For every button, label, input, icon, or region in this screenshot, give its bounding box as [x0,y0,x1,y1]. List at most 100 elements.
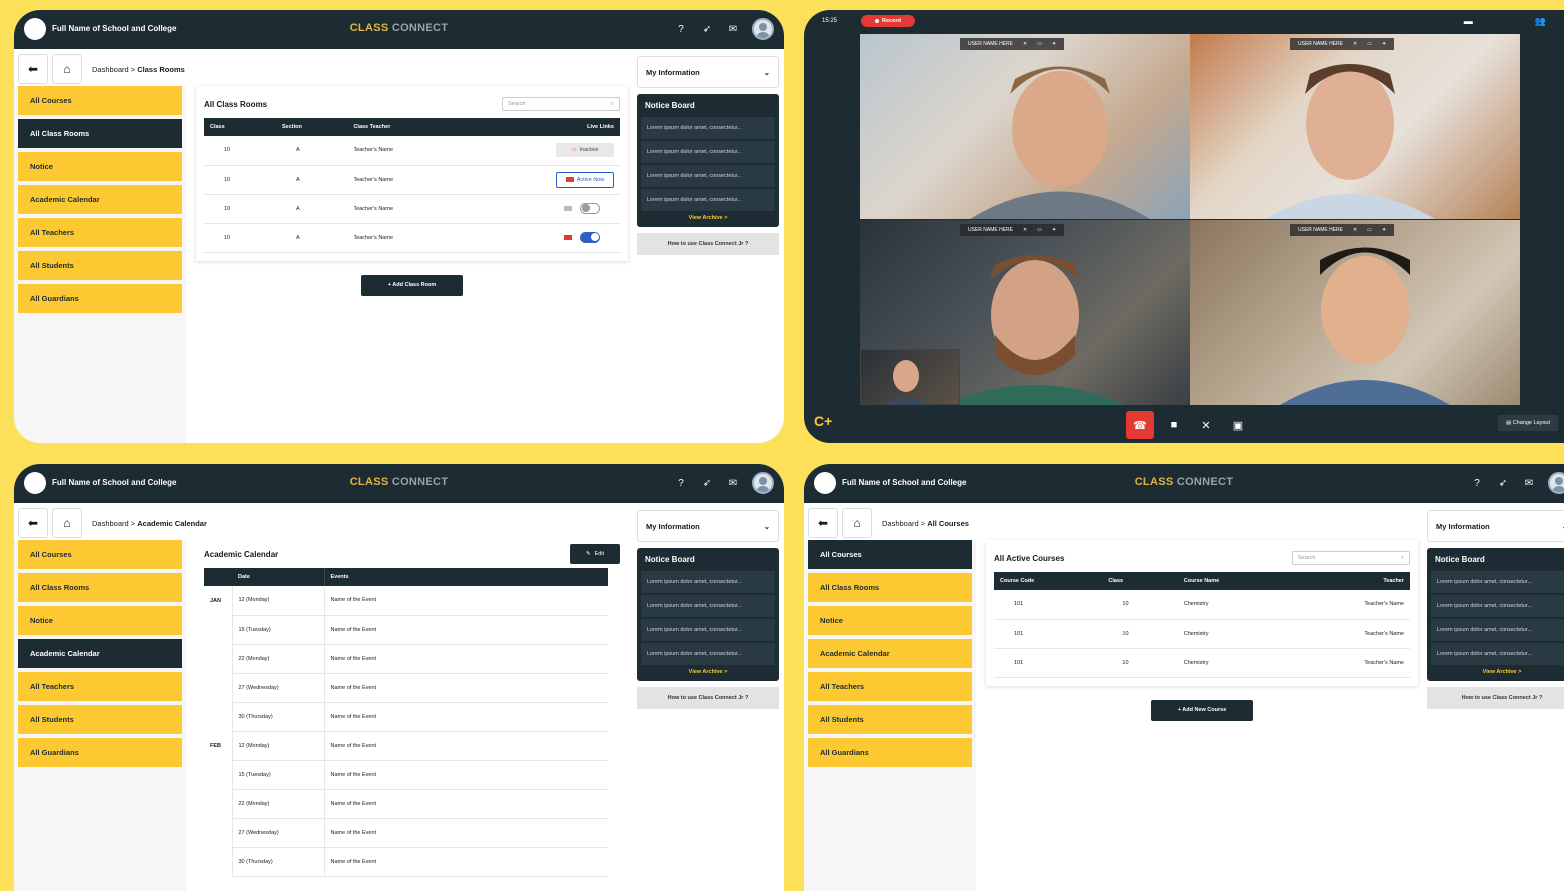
my-information-dropdown[interactable]: My Information⌄ [1427,510,1564,542]
user-avatar[interactable] [752,472,774,494]
cell-event[interactable]: Name of the Event [324,847,608,877]
notice-item[interactable]: Lorem ipsum dolor amet, consectetur... [641,189,775,211]
live-toggle-on[interactable] [580,232,600,243]
chat-icon[interactable]: ▬ [1464,16,1473,27]
school-logo[interactable] [24,18,46,40]
sidebar-item-notice[interactable]: Notice [18,152,182,181]
cell-event[interactable]: Name of the Event [324,789,608,819]
inactive-link-button[interactable]: ▭ Inactive [556,143,614,158]
sidebar-item-notice[interactable]: Notice [808,606,972,635]
rocket-icon[interactable]: ➶ [1496,476,1510,490]
notice-item[interactable]: Lorem ipsum dolor amet, consectetur... [641,595,775,617]
end-call-icon[interactable]: ☎ [1126,411,1154,439]
home-icon[interactable]: ⌂ [52,54,82,84]
sidebar-item-all-students[interactable]: All Students [18,251,182,280]
help-icon[interactable]: ? [674,22,688,36]
my-information-dropdown[interactable]: My Information⌄ [637,56,779,88]
help-icon[interactable]: ? [674,476,688,490]
school-logo[interactable] [814,472,836,494]
notice-item[interactable]: Lorem ipsum dolor amet, consectetur... [1431,643,1564,665]
record-button[interactable]: Record [861,15,915,27]
sidebar-item-all-class-rooms[interactable]: All Class Rooms [18,119,182,148]
self-view-thumbnail[interactable] [860,349,960,405]
sidebar-item-all-courses[interactable]: All Courses [808,540,972,569]
sidebar-item-all-courses[interactable]: All Courses [18,540,182,569]
cell-event[interactable]: Name of the Event [324,702,608,732]
cell-event[interactable]: Name of the Event [324,644,608,674]
sidebar-item-all-students[interactable]: All Students [808,705,972,734]
notice-item[interactable]: Lorem ipsum dolor amet, consectetur... [1431,595,1564,617]
home-icon[interactable]: ⌂ [842,508,872,538]
sidebar-item-all-class-rooms[interactable]: All Class Rooms [18,573,182,602]
sidebar-item-all-class-rooms[interactable]: All Class Rooms [808,573,972,602]
active-now-button[interactable]: Active Now [556,171,614,188]
notice-item[interactable]: Lorem ipsum dolor amet, consectetur... [641,141,775,163]
table-row[interactable]: 101 10 Chemistry Teacher's Name [994,619,1410,649]
cell-event[interactable]: Name of the Event [324,760,608,790]
view-archive-link[interactable]: View Archive > [641,669,775,675]
sidebar-item-all-courses[interactable]: All Courses [18,86,182,115]
sidebar-item-academic-calendar[interactable]: Academic Calendar [808,639,972,668]
notice-item[interactable]: Lorem ipsum dolor amet, consectetur... [1431,571,1564,593]
notice-item[interactable]: Lorem ipsum dolor amet, consectetur... [641,619,775,641]
notice-item[interactable]: Lorem ipsum dolor amet, consectetur... [641,117,775,139]
add-class-room-button[interactable]: + Add Class Room [361,274,463,296]
participants-icon[interactable]: 👥 [1535,16,1546,27]
edit-button[interactable]: ✎ Edit [570,544,620,564]
school-logo[interactable] [24,472,46,494]
view-archive-link[interactable]: View Archive > [641,215,775,221]
search-icon[interactable]: ⌕ [611,101,614,108]
video-tile[interactable]: USER NAME HERE ✕ ▭ ✦ [1190,34,1520,219]
my-information-dropdown[interactable]: My Information⌄ [637,510,779,542]
table-row[interactable]: 101 10 Chemistry Teacher's Name [994,590,1410,620]
search-input[interactable]: Search ⌕ [502,97,620,111]
notice-item[interactable]: Lorem ipsum dolor amet, consectetur... [641,165,775,187]
search-icon[interactable]: ⌕ [1401,555,1404,562]
sidebar-item-academic-calendar[interactable]: Academic Calendar [18,185,182,214]
video-tile[interactable]: USER NAME HERE ✕ ▭ ✦ [860,34,1190,219]
cell-event[interactable]: Name of the Event [324,615,608,645]
rocket-icon[interactable]: ➶ [700,22,714,36]
crumb-dashboard[interactable]: Dashboard [882,519,919,528]
mail-icon[interactable]: ✉ [1522,476,1536,490]
live-toggle-off[interactable] [580,203,600,214]
sidebar-item-all-students[interactable]: All Students [18,705,182,734]
mail-icon[interactable]: ✉ [726,22,740,36]
sidebar-item-notice[interactable]: Notice [18,606,182,635]
notice-item[interactable]: Lorem ipsum dolor amet, consectetur... [641,571,775,593]
video-tile[interactable]: USER NAME HERE ✕ ▭ ✦ [860,220,1190,405]
mail-icon[interactable]: ✉ [726,476,740,490]
sidebar-item-all-guardians[interactable]: All Guardians [808,738,972,767]
crumb-dashboard[interactable]: Dashboard [92,65,129,74]
search-input[interactable]: Search ⌕ [1292,551,1410,565]
sidebar-item-all-guardians[interactable]: All Guardians [18,738,182,767]
rocket-icon[interactable]: ➶ [700,476,714,490]
video-tile[interactable]: USER NAME HERE ✕ ▭ ✦ [1190,220,1520,405]
how-to-use-button[interactable]: How to use Class Connect Jr ? [1427,687,1564,709]
home-icon[interactable]: ⌂ [52,508,82,538]
change-layout-button[interactable]: ▤ Change Layout [1497,415,1558,431]
back-icon[interactable]: ⬅ [18,508,48,538]
cell-event[interactable]: Name of the Event [324,731,608,761]
add-new-course-button[interactable]: + Add New Course [1151,699,1253,721]
cell-event[interactable]: Name of the Event [324,673,608,703]
cell-event[interactable]: Name of the Event [324,586,608,616]
sidebar-item-all-teachers[interactable]: All Teachers [18,672,182,701]
screen-share-icon[interactable]: ▣ [1224,411,1252,439]
back-icon[interactable]: ⬅ [808,508,838,538]
mic-toggle-icon[interactable]: ✕ [1192,411,1220,439]
sidebar-item-academic-calendar[interactable]: Academic Calendar [18,639,182,668]
user-avatar[interactable] [1548,472,1564,494]
how-to-use-button[interactable]: How to use Class Connect Jr ? [637,233,779,255]
table-row[interactable]: 101 10 Chemistry Teacher's Name [994,648,1410,678]
sidebar-item-all-teachers[interactable]: All Teachers [18,218,182,247]
notice-item[interactable]: Lorem ipsum dolor amet, consectetur... [1431,619,1564,641]
camera-toggle-icon[interactable]: ■ [1160,411,1188,439]
sidebar-item-all-guardians[interactable]: All Guardians [18,284,182,313]
view-archive-link[interactable]: View Archive > [1431,669,1564,675]
crumb-dashboard[interactable]: Dashboard [92,519,129,528]
sidebar-item-all-teachers[interactable]: All Teachers [808,672,972,701]
user-avatar[interactable] [752,18,774,40]
notice-item[interactable]: Lorem ipsum dolor amet, consectetur... [641,643,775,665]
how-to-use-button[interactable]: How to use Class Connect Jr ? [637,687,779,709]
